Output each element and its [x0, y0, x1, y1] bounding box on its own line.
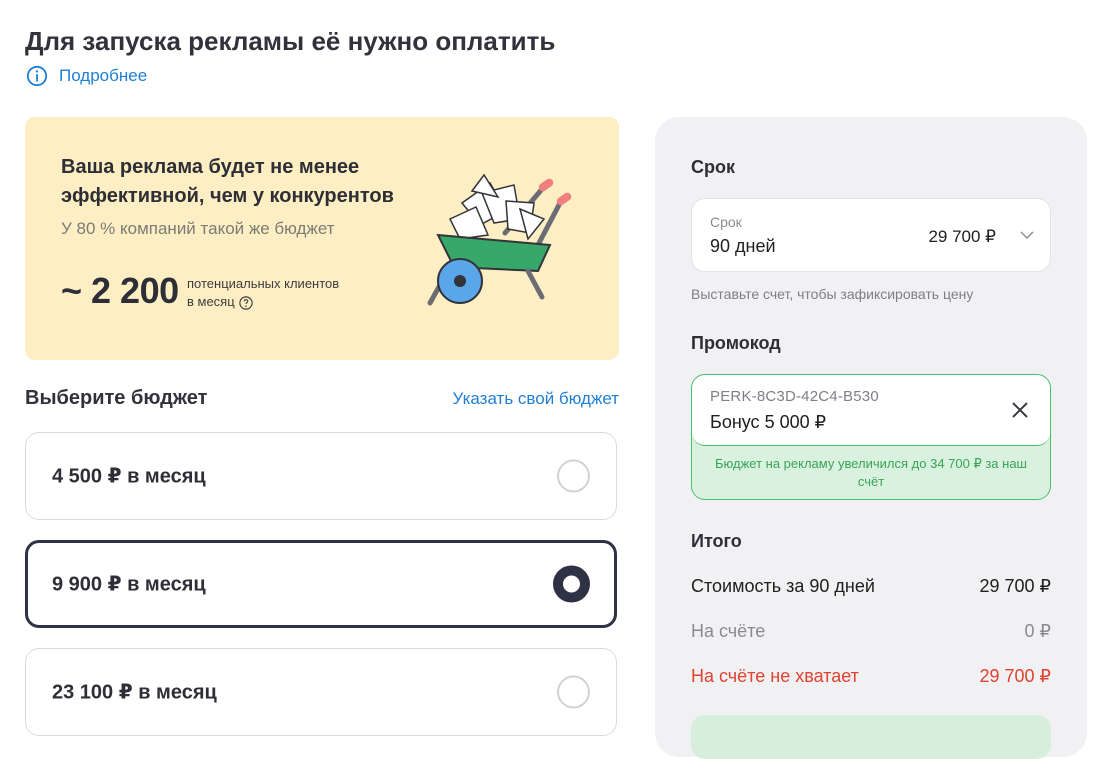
- promo-bonus: Бонус 5 000 ₽: [710, 412, 827, 432]
- total-row-value: 0 ₽: [1024, 621, 1051, 641]
- term-heading: Срок: [691, 157, 735, 177]
- term-value: 90 дней: [710, 236, 776, 256]
- budget-option-label: 4 500 ₽ в месяц: [52, 465, 206, 488]
- payment-summary-panel: Срок Срок 90 дней 29 700 ₽ Выставьте сче…: [655, 117, 1087, 759]
- promo-headline: Ваша реклама будет не менее эффективной,…: [61, 156, 394, 207]
- budget-heading: Выберите бюджет: [25, 387, 208, 409]
- term-select[interactable]: Срок 90 дней 29 700 ₽: [691, 198, 1051, 272]
- more-info-link[interactable]: Подробнее: [26, 65, 147, 87]
- promo-card: Ваша реклама будет не менее эффективной,…: [25, 117, 619, 360]
- total-row-label: Стоимость за 90 дней: [691, 576, 875, 596]
- chevron-down-icon: [1020, 231, 1034, 240]
- term-price: 29 700 ₽: [928, 227, 996, 246]
- term-caption: Срок: [710, 214, 742, 230]
- radio-button-selected[interactable]: [553, 565, 590, 603]
- payment-action-bar[interactable]: [691, 715, 1051, 759]
- more-info-label: Подробнее: [59, 66, 148, 85]
- budget-option-9900[interactable]: 9 900 ₽ в месяц: [25, 540, 617, 628]
- potential-clients-label: потенциальных клиентов в месяц: [187, 275, 339, 311]
- total-heading: Итого: [691, 531, 742, 551]
- radio-button[interactable]: [557, 459, 590, 493]
- total-row-label: На счёте: [691, 621, 766, 641]
- page-title: Для запуска рекламы её нужно оплатить: [25, 26, 556, 56]
- promo-subtext: У 80 % компаний такой же бюджет: [61, 219, 335, 238]
- budget-option-label: 9 900 ₽ в месяц: [52, 573, 206, 596]
- radio-button[interactable]: [557, 675, 590, 709]
- total-row-shortfall: На счёте не хватает 29 700 ₽: [691, 666, 1051, 687]
- promo-heading: Промокод: [691, 333, 781, 353]
- total-row-balance: На счёте 0 ₽: [691, 621, 1051, 642]
- term-hint: Выставьте счет, чтобы зафиксировать цену: [691, 286, 974, 302]
- total-row-value: 29 700 ₽: [979, 666, 1051, 686]
- promo-success-message: Бюджет на рекламу увеличился до 34 700 ₽…: [715, 456, 1027, 489]
- promo-code-field[interactable]: PERK-8C3D-42C4-B530 Бонус 5 000 ₽: [692, 375, 1050, 446]
- close-icon[interactable]: [1010, 400, 1030, 420]
- total-row-label: На счёте не хватает: [691, 666, 859, 686]
- promo-code-value: PERK-8C3D-42C4-B530: [710, 388, 879, 405]
- budget-option-label: 23 100 ₽ в месяц: [52, 681, 217, 704]
- wheelbarrow-illustration: [427, 173, 572, 306]
- total-row-cost: Стоимость за 90 дней 29 700 ₽: [691, 576, 1051, 597]
- custom-budget-link[interactable]: Указать свой бюджет: [453, 389, 619, 409]
- potential-clients-label-line2: в месяц: [187, 294, 235, 309]
- potential-clients-label-line1: потенциальных клиентов: [187, 276, 340, 291]
- promo-code-box: PERK-8C3D-42C4-B530 Бонус 5 000 ₽ Бюджет…: [691, 374, 1051, 500]
- total-row-value: 29 700 ₽: [979, 576, 1051, 596]
- budget-option-4500[interactable]: 4 500 ₽ в месяц: [25, 432, 617, 520]
- potential-clients-count: ~ 2 200: [61, 270, 179, 311]
- info-icon: [26, 65, 48, 87]
- help-icon[interactable]: [238, 295, 253, 310]
- budget-option-23100[interactable]: 23 100 ₽ в месяц: [25, 648, 617, 736]
